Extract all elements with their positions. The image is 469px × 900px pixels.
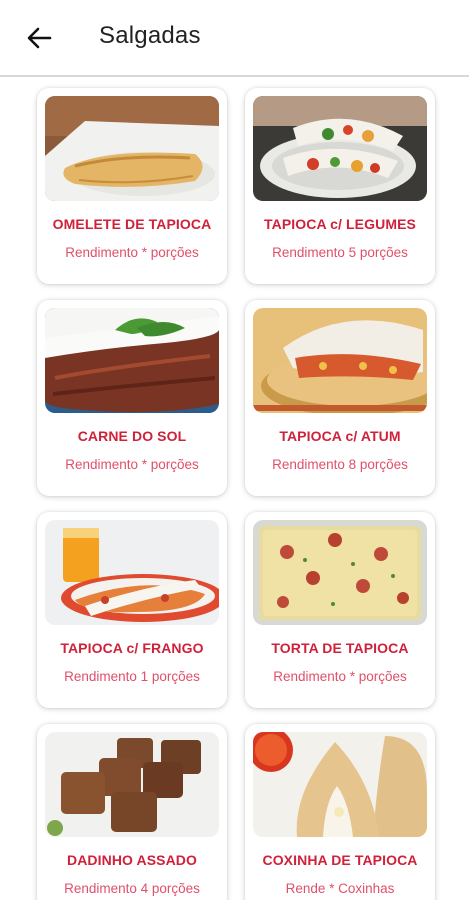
recipe-yield: Rende * Coxinhas [285,881,395,896]
recipe-yield: Rendimento 4 porções [64,881,200,896]
recipe-yield: Rendimento * porções [273,669,407,684]
recipe-card-tapioca-atum[interactable]: TAPIOCA c/ ATUM Rendimento 8 porções [245,300,435,496]
recipe-yield: Rendimento * porções [65,245,199,260]
page-title: Salgadas [99,22,201,49]
recipe-image [253,308,427,413]
recipe-yield: Rendimento * porções [65,457,199,472]
recipe-image [45,732,219,837]
recipe-yield: Rendimento 1 porções [64,669,200,684]
recipe-card-carne-do-sol[interactable]: CARNE DO SOL Rendimento * porções [37,300,227,496]
recipe-image [253,96,427,201]
recipe-card-dadinho-assado[interactable]: DADINHO ASSADO Rendimento 4 porções [37,724,227,900]
recipe-title: DADINHO ASSADO [67,852,197,868]
recipe-image [45,520,219,625]
recipe-title: CARNE DO SOL [77,428,187,444]
recipe-image [253,732,427,837]
arrow-left-icon [27,27,52,49]
recipe-image [45,96,219,201]
recipe-card-coxinha-de-tapioca[interactable]: COXINHA DE TAPIOCA Rende * Coxinhas [245,724,435,900]
recipe-title: TAPIOCA c/ FRANGO [60,640,204,656]
recipe-grid: OMELETE DE TAPIOCA Rendimento * porções … [0,79,469,900]
recipe-yield: Rendimento 5 porções [272,245,408,260]
recipe-title: OMELETE DE TAPIOCA [52,216,212,232]
recipe-yield: Rendimento 8 porções [272,457,408,472]
recipe-title: COXINHA DE TAPIOCA [262,852,418,868]
back-button[interactable] [18,20,60,56]
recipe-card-tapioca-frango[interactable]: TAPIOCA c/ FRANGO Rendimento 1 porções [37,512,227,708]
recipe-image [253,520,427,625]
recipe-image [45,308,219,413]
recipe-card-torta-de-tapioca[interactable]: TORTA DE TAPIOCA Rendimento * porções [245,512,435,708]
recipe-title: TAPIOCA c/ ATUM [279,428,401,444]
app-bar: Salgadas [0,0,469,77]
recipe-title: TAPIOCA c/ LEGUMES [264,216,416,232]
recipe-title: TORTA DE TAPIOCA [271,640,409,656]
recipe-card-tapioca-legumes[interactable]: TAPIOCA c/ LEGUMES Rendimento 5 porções [245,88,435,284]
recipe-card-omelete-de-tapioca[interactable]: OMELETE DE TAPIOCA Rendimento * porções [37,88,227,284]
